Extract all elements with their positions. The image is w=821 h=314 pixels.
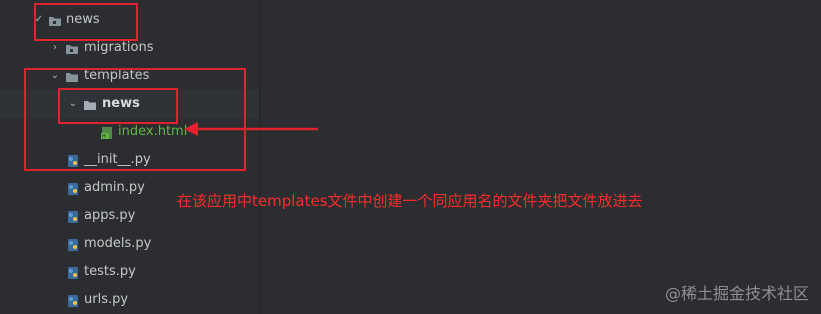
tree-item-models-py[interactable]: models.py <box>0 230 260 258</box>
tree-item-label: migrations <box>84 40 154 55</box>
annotation-box-news-folder <box>58 88 178 124</box>
python-file-icon <box>66 265 80 279</box>
python-file-icon <box>66 237 80 251</box>
annotation-box-news-root <box>34 3 138 41</box>
editor-area <box>260 0 821 314</box>
tree-item-label: admin.py <box>84 180 145 195</box>
folder-icon <box>65 41 79 55</box>
chevron-right-icon[interactable]: › <box>48 41 62 55</box>
tree-item-urls-py[interactable]: urls.py <box>0 286 260 314</box>
tree-item-tests-py[interactable]: tests.py <box>0 258 260 286</box>
tree-item-label: urls.py <box>84 292 129 307</box>
watermark: @稀土掘金技术社区 <box>664 284 809 303</box>
tree-item-label: models.py <box>84 236 152 251</box>
python-file-icon <box>66 209 80 223</box>
python-file-icon <box>66 181 80 195</box>
tree-item-label: apps.py <box>84 208 136 223</box>
pane-divider[interactable] <box>259 0 260 314</box>
tree-item-label: tests.py <box>84 264 136 279</box>
annotation-arrow <box>184 122 318 136</box>
annotation-text: 在该应用中templates文件中创建一个同应用名的文件夹把文件放进去 <box>177 192 643 210</box>
python-file-icon <box>66 293 80 307</box>
